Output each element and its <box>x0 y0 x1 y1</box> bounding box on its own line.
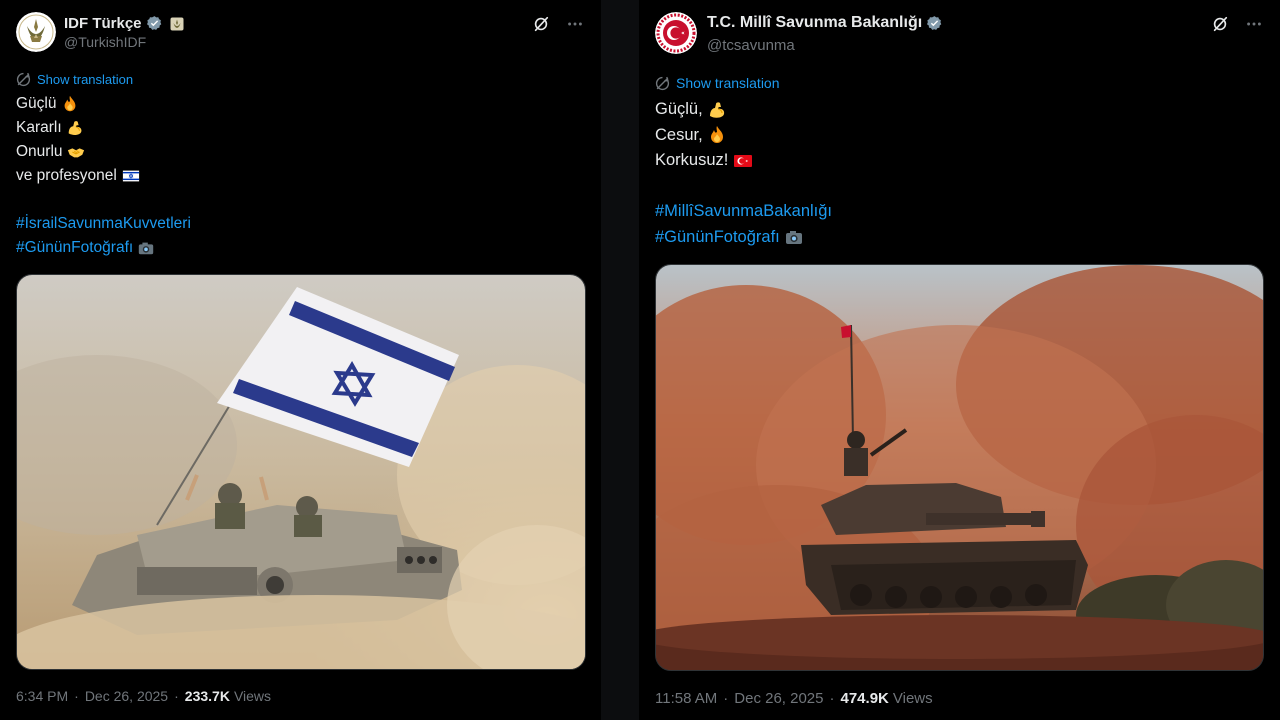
affiliate-badge-icon[interactable] <box>170 17 184 31</box>
show-translation-link[interactable]: Show translation <box>16 72 133 87</box>
show-translation-link[interactable]: Show translation <box>655 75 780 91</box>
text-line: #İsrailSavunmaKuvvetleri <box>16 212 191 236</box>
grok-icon[interactable] <box>1210 14 1230 34</box>
user-handle[interactable]: @tcsavunma <box>707 37 795 54</box>
tweet-tc-savunma[interactable]: T.C. Millî Savunma Bakanlığı @tcsavunma … <box>639 0 1280 720</box>
hashtag-link[interactable]: #İsrailSavunmaKuvvetleri <box>16 212 191 236</box>
user-handle[interactable]: @TurkishIDF <box>64 34 146 50</box>
display-name[interactable]: T.C. Millî Savunma Bakanlığı <box>707 14 922 32</box>
text-line: Kararlı <box>16 116 191 140</box>
views-label: Views <box>892 690 933 707</box>
tweet-time[interactable]: 6:34 PM <box>16 688 68 704</box>
text-line-2: Cesur, <box>655 125 703 144</box>
text-line: Güçlü, <box>655 97 832 123</box>
text-line: Güçlü <box>16 92 191 116</box>
flexed-biceps-emoji-icon <box>709 102 724 118</box>
text-line-3: Korkusuz! <box>655 151 729 169</box>
text-line: #GününFotoğrafı <box>16 236 191 260</box>
tweet-date[interactable]: Dec 26, 2025 <box>85 688 168 704</box>
tweet-text: Güçlü, Cesur, Korkusuz! #MillîSavunmaBak… <box>655 97 832 250</box>
text-line: Korkusuz! <box>655 148 832 174</box>
verified-badge-icon[interactable] <box>146 15 163 32</box>
more-icon[interactable] <box>565 14 585 34</box>
verified-badge-icon[interactable] <box>926 15 943 32</box>
tank-in-smoke-photo <box>656 265 1263 670</box>
tweet-meta: 11:58 AM · Dec 26, 2025 · 474.9K Views <box>655 690 933 707</box>
text-line-1: Güçlü <box>16 95 57 112</box>
text-line: Onurlu <box>16 140 191 164</box>
avatar[interactable] <box>16 12 56 52</box>
text-line: Cesur, <box>655 123 832 149</box>
tweet-time[interactable]: 11:58 AM <box>655 690 717 707</box>
avatar[interactable] <box>655 12 697 54</box>
camera-emoji-icon <box>139 242 154 255</box>
show-translation-label: Show translation <box>37 72 134 87</box>
tweet-idf-turkce[interactable]: IDF Türkçe @TurkishIDF Show translation … <box>0 0 601 720</box>
tweet-date[interactable]: Dec 26, 2025 <box>734 690 823 707</box>
translate-icon <box>16 72 31 87</box>
text-line: #GününFotoğrafı <box>655 225 832 251</box>
hashtag-link[interactable]: #MillîSavunmaBakanlığı <box>655 199 832 225</box>
text-line-4: ve profesyonel <box>16 167 117 184</box>
show-translation-label: Show translation <box>676 75 780 91</box>
text-line-2: Kararlı <box>16 119 62 136</box>
views-label: Views <box>233 688 272 704</box>
tweet-header: T.C. Millî Savunma Bakanlığı @tcsavunma <box>655 12 1270 56</box>
views-count: 474.9K <box>840 690 889 707</box>
text-line-1: Güçlü, <box>655 100 703 118</box>
more-icon[interactable] <box>1244 14 1264 34</box>
israel-flag-emoji-icon <box>122 170 139 182</box>
tweet-photo[interactable] <box>655 264 1264 671</box>
text-line: ve profesyonel <box>16 164 191 188</box>
views-count: 233.7K <box>184 688 230 704</box>
display-name[interactable]: IDF Türkçe <box>64 15 142 32</box>
tank-with-israel-flag-photo <box>17 275 585 669</box>
translate-icon <box>655 75 670 90</box>
turkey-flag-emoji-icon <box>734 154 753 167</box>
grok-icon[interactable] <box>531 14 551 34</box>
hashtag-link[interactable]: #GününFotoğrafı <box>655 225 780 251</box>
fire-emoji-icon <box>64 95 75 112</box>
tweet-photo[interactable] <box>16 274 586 670</box>
timeline-gutter <box>601 0 639 720</box>
text-line-3: Onurlu <box>16 143 63 160</box>
hashtag-link[interactable]: #GününFotoğrafı <box>16 236 133 260</box>
camera-emoji-icon <box>785 231 802 245</box>
tweet-text: Güçlü Kararlı Onurlu ve profesyonel #İsr… <box>16 92 191 260</box>
handshake-emoji-icon <box>67 148 84 158</box>
tweet-header: IDF Türkçe @TurkishIDF <box>16 12 591 56</box>
flexed-biceps-emoji-icon <box>68 121 82 135</box>
text-line: #MillîSavunmaBakanlığı <box>655 199 832 225</box>
tweet-meta: 6:34 PM · Dec 26, 2025 · 233.7K Views <box>16 688 272 704</box>
fire-emoji-icon <box>710 126 723 144</box>
